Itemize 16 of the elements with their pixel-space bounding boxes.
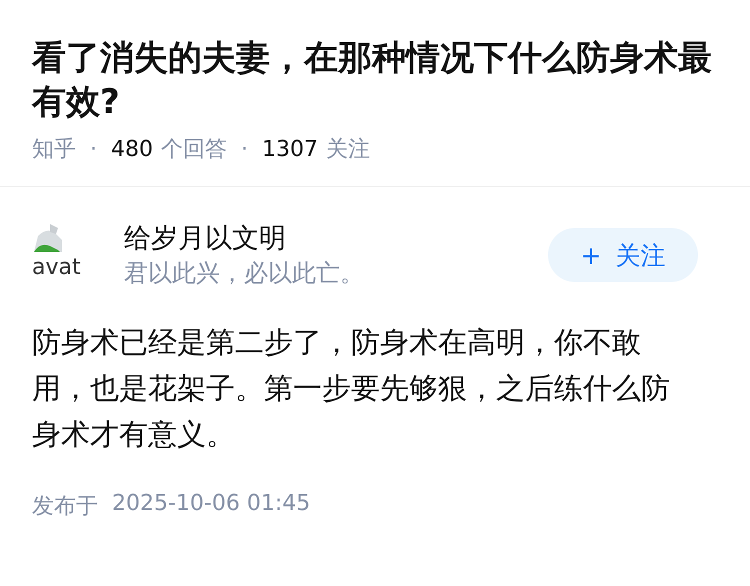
author-name[interactable]: 给岁月以文明 [124, 221, 548, 257]
broken-image-icon [32, 222, 64, 254]
answers-label: 个回答 [161, 136, 227, 164]
avatar-alt-text: avat [32, 254, 81, 282]
answers-count: 480 [111, 136, 153, 162]
separator-dot: · [241, 136, 248, 162]
followers-count: 1307 [262, 136, 318, 162]
question-title: 看了消失的夫妻，在那种情况下什么防身术最有效? [32, 37, 713, 124]
separator-dot: · [90, 136, 97, 162]
author-bio: 君以此兴，必以此亡。 [124, 258, 365, 289]
published-time: 2025-10-06 01:45 [112, 491, 310, 518]
published-label: 发布于 [32, 493, 98, 521]
source-label: 知乎 [32, 136, 76, 164]
followers-label: 关注 [326, 136, 370, 164]
answer-text: 防身术已经是第二步了，防身术在高明，你不敢用，也是花架子。第一步要先够狠，之后练什么防身术才有意义。 [32, 324, 671, 453]
follow-button[interactable]: + 关注 [548, 228, 698, 282]
